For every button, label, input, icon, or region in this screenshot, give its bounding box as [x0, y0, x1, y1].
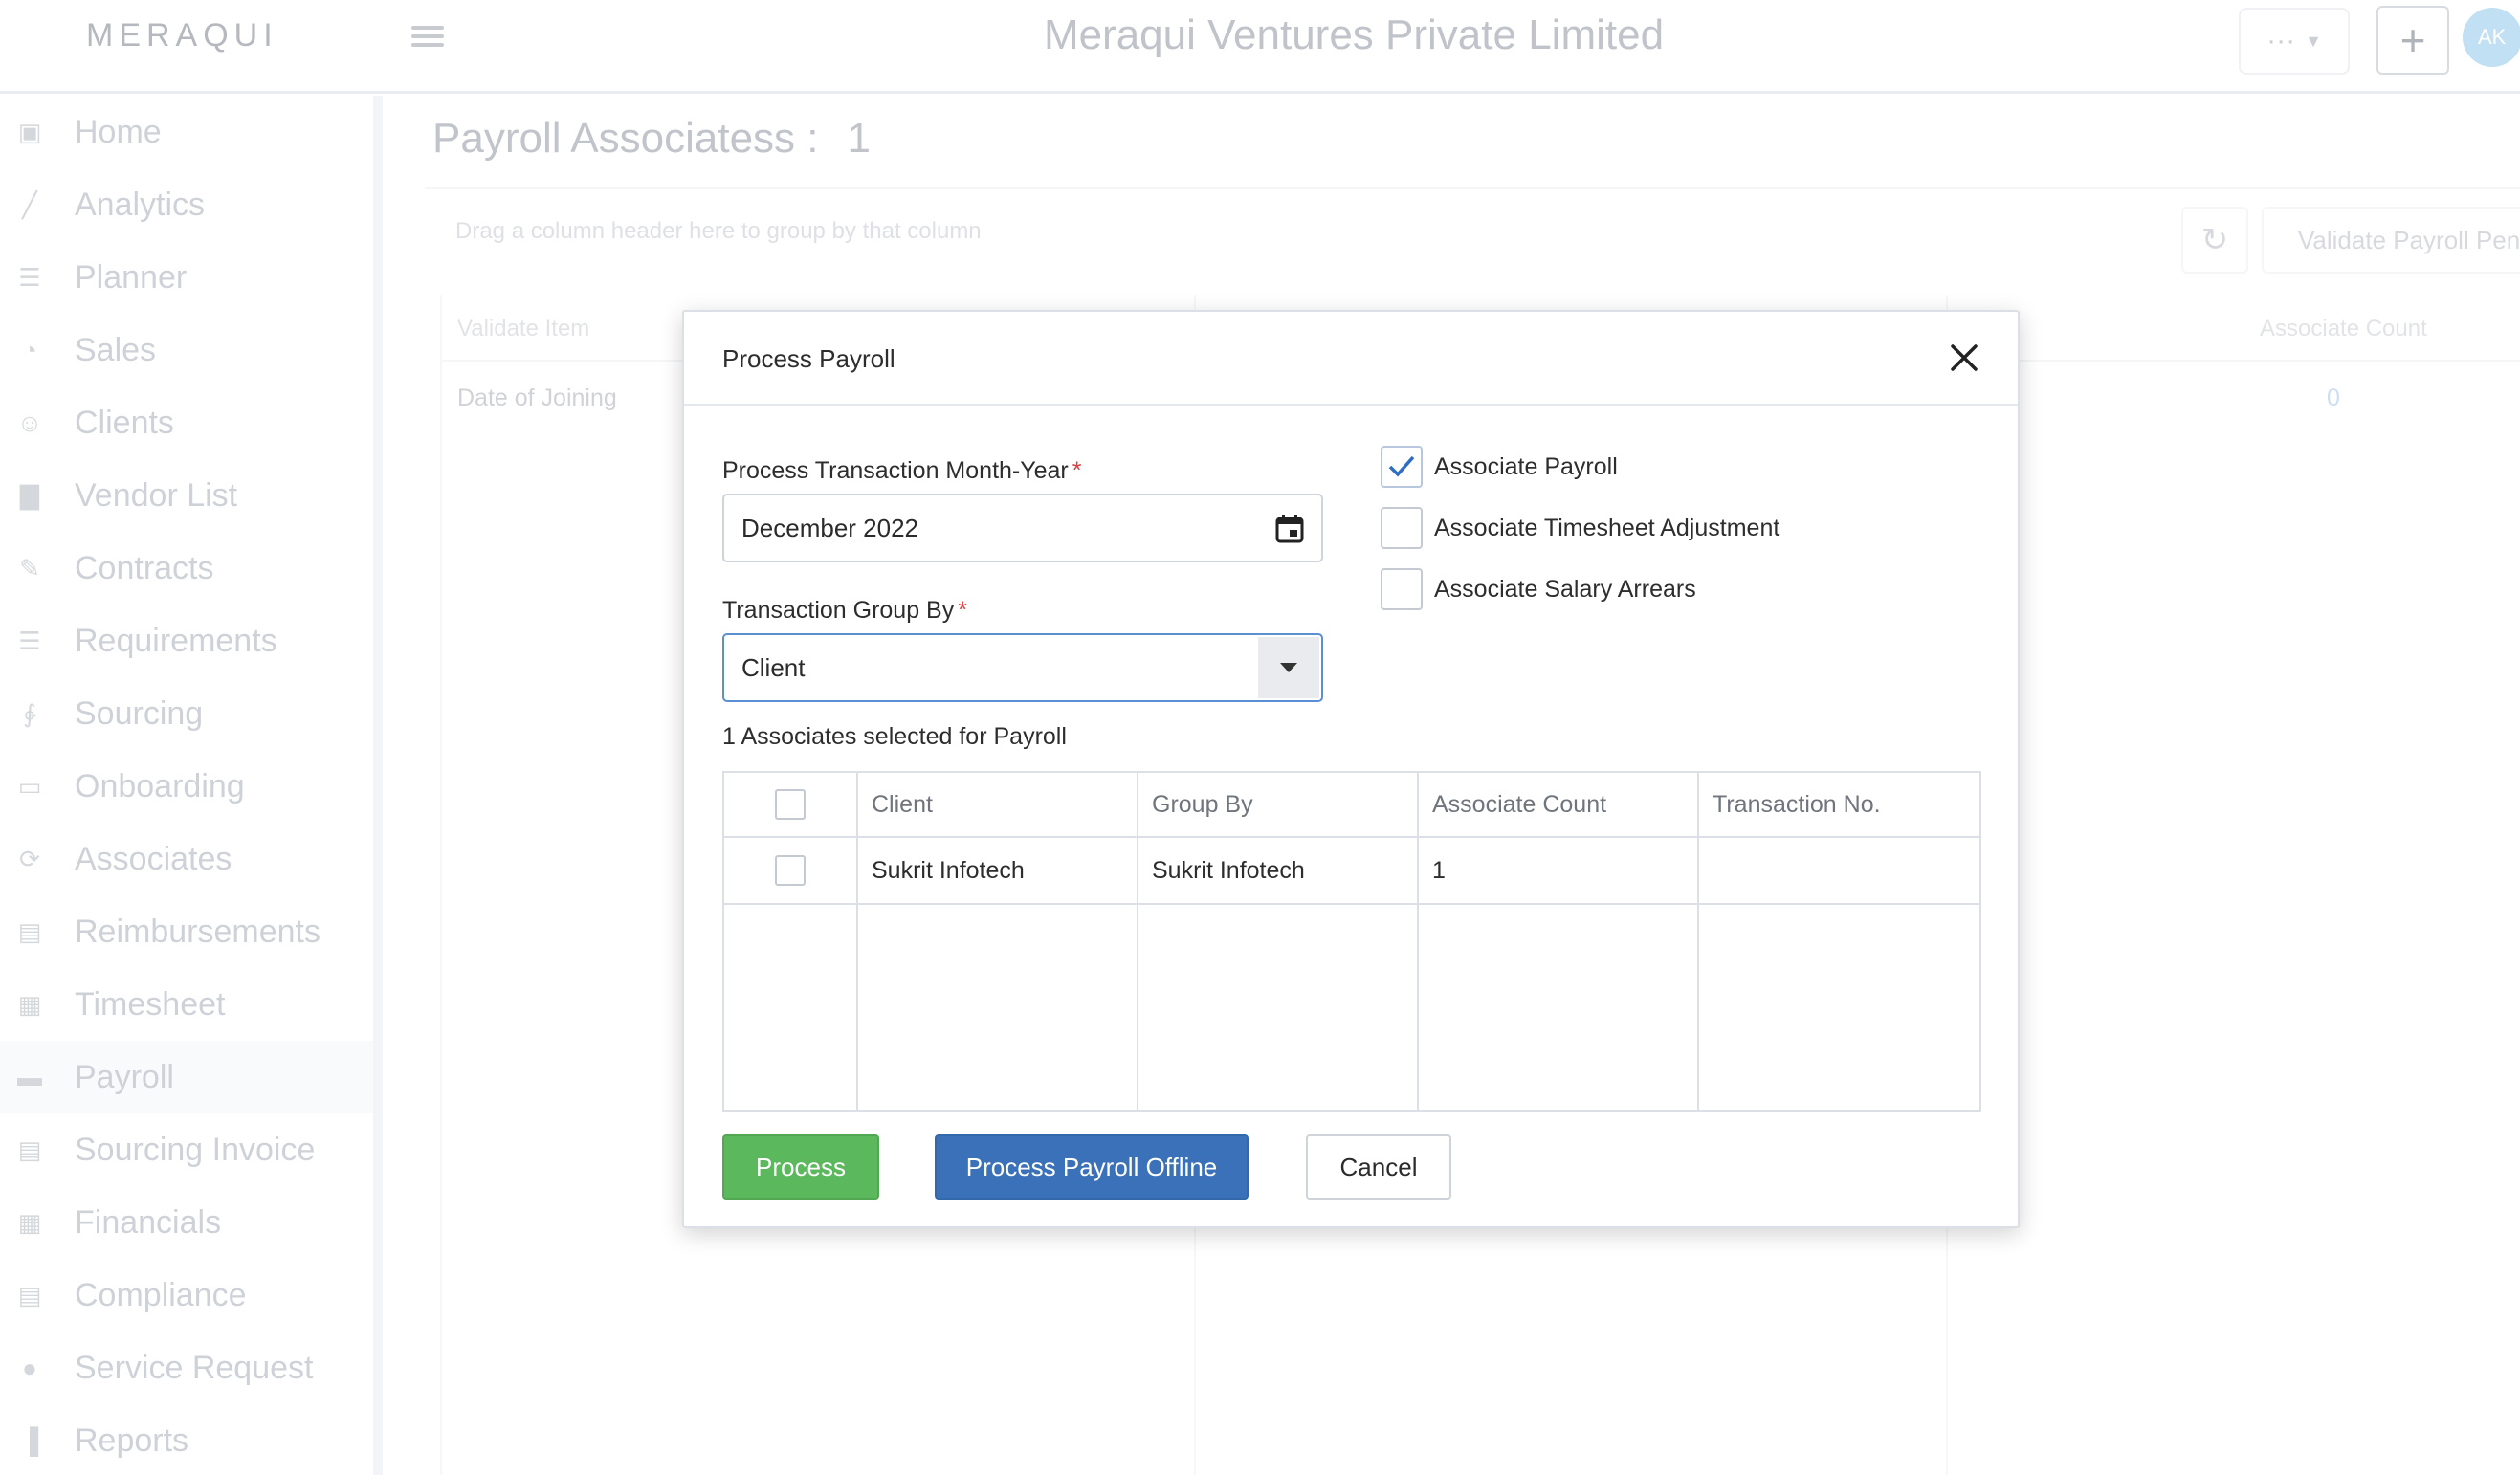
- cell-group-by: Sukrit Infotech: [1138, 838, 1419, 903]
- process-button[interactable]: Process: [722, 1134, 879, 1200]
- cell-transaction-no: [1699, 838, 1979, 903]
- cancel-button[interactable]: Cancel: [1306, 1134, 1451, 1200]
- header-associate-count[interactable]: Associate Count: [1419, 773, 1699, 836]
- salary-arrears-checkbox[interactable]: [1381, 568, 1423, 610]
- timesheet-adjustment-option[interactable]: Associate Timesheet Adjustment: [1381, 507, 1779, 549]
- associate-payroll-option[interactable]: Associate Payroll: [1381, 446, 1618, 488]
- associate-payroll-checkbox[interactable]: [1381, 446, 1423, 488]
- header-transaction-no[interactable]: Transaction No.: [1699, 773, 1979, 836]
- select-all-cell: [724, 773, 858, 836]
- checkmark-icon: [1388, 455, 1415, 477]
- table-row[interactable]: Sukrit Infotech Sukrit Infotech 1: [724, 838, 1979, 905]
- row-checkbox[interactable]: [775, 855, 806, 886]
- timesheet-adjustment-checkbox[interactable]: [1381, 507, 1423, 549]
- month-year-value: December 2022: [741, 513, 918, 542]
- dialog-header: Process Payroll: [684, 312, 2018, 406]
- process-payroll-dialog: Process Payroll Process Transaction Mont…: [682, 310, 2020, 1228]
- calendar-icon[interactable]: [1273, 513, 1306, 545]
- dialog-title: Process Payroll: [722, 344, 895, 373]
- header-group-by[interactable]: Group By: [1138, 773, 1419, 836]
- month-year-input[interactable]: December 2022: [722, 494, 1323, 562]
- grid-empty-area: [724, 905, 1979, 1110]
- row-select-cell: [724, 838, 858, 903]
- cell-associate-count: 1: [1419, 838, 1699, 903]
- group-by-label: Transaction Group By *: [722, 597, 967, 624]
- timesheet-adjustment-label: Associate Timesheet Adjustment: [1434, 514, 1780, 541]
- group-by-value: Client: [741, 652, 806, 682]
- dropdown-arrow-icon[interactable]: [1258, 637, 1319, 698]
- cell-client: Sukrit Infotech: [858, 838, 1138, 903]
- group-by-select[interactable]: Client: [722, 633, 1323, 702]
- selected-count-note: 1 Associates selected for Payroll: [722, 723, 1067, 750]
- salary-arrears-option[interactable]: Associate Salary Arrears: [1381, 568, 1696, 610]
- process-payroll-offline-button[interactable]: Process Payroll Offline: [935, 1134, 1249, 1200]
- select-all-checkbox[interactable]: [775, 789, 806, 820]
- associate-payroll-label: Associate Payroll: [1434, 452, 1618, 480]
- salary-arrears-label: Associate Salary Arrears: [1434, 575, 1696, 603]
- grid-header-row: Client Group By Associate Count Transact…: [724, 773, 1979, 838]
- payroll-selection-grid: Client Group By Associate Count Transact…: [722, 771, 1981, 1112]
- close-icon[interactable]: [1947, 341, 1981, 375]
- header-client[interactable]: Client: [858, 773, 1138, 836]
- month-year-label: Process Transaction Month-Year *: [722, 457, 1082, 484]
